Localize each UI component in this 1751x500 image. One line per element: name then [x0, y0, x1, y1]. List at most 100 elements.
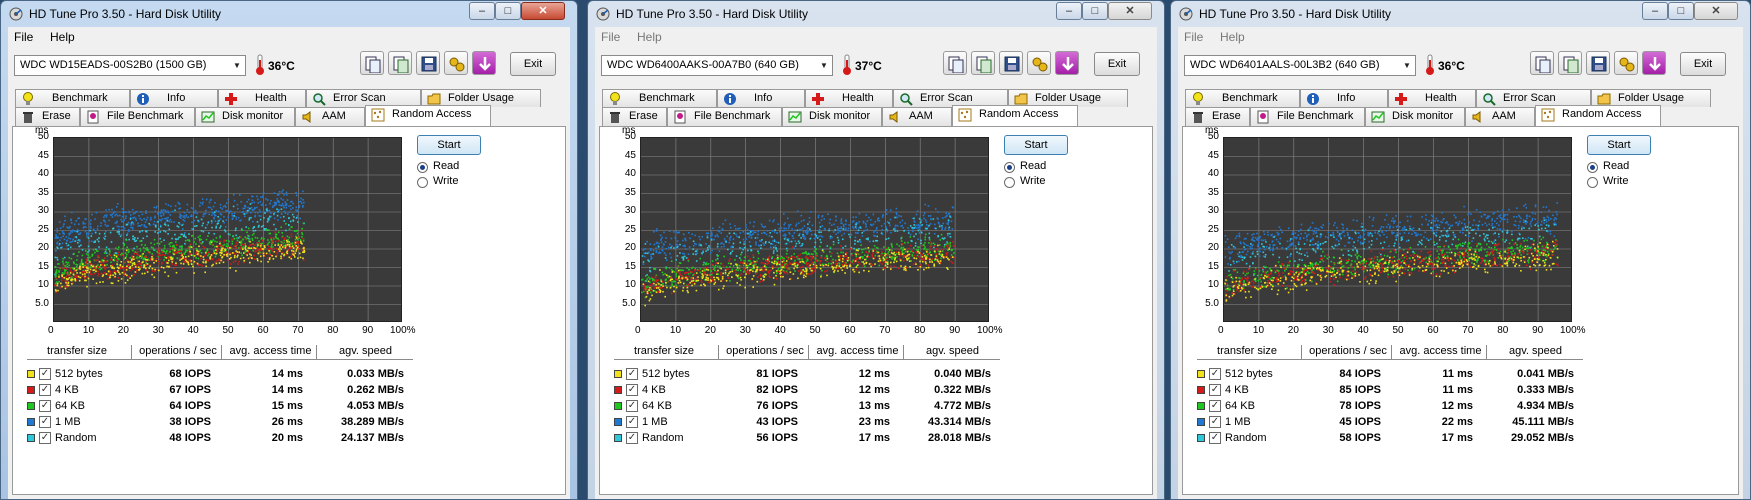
tab-health[interactable]: Health — [218, 89, 306, 107]
series-checkbox[interactable]: ✓ — [39, 432, 51, 444]
maximize-button[interactable]: □ — [1082, 2, 1108, 20]
write-radio[interactable] — [1004, 177, 1015, 188]
copy-info-button[interactable] — [360, 51, 384, 75]
drive-select[interactable]: WDC WD6401AALS-00L3B2 (640 GB) ▼ — [1184, 55, 1416, 76]
tab-disk-monitor[interactable]: Disk monitor — [1365, 107, 1465, 126]
write-radio[interactable] — [417, 177, 428, 188]
tab-random-access[interactable]: Random Access — [1535, 105, 1661, 126]
series-checkbox[interactable]: ✓ — [39, 400, 51, 412]
options-button[interactable] — [1614, 51, 1638, 75]
tab-benchmark[interactable]: Benchmark — [15, 89, 130, 107]
start-button[interactable]: Start — [1587, 135, 1651, 155]
tab-file-benchmark[interactable]: File Benchmark — [667, 107, 782, 126]
start-button[interactable]: Start — [1004, 135, 1068, 155]
exit-button[interactable]: Exit — [1094, 52, 1140, 76]
copy-info-button[interactable] — [1530, 51, 1554, 75]
speed-cell: 0.033 MB/s — [347, 368, 404, 380]
tab-aam[interactable]: AAM — [882, 107, 952, 126]
close-button[interactable]: ✕ — [1108, 2, 1152, 20]
save-button[interactable] — [416, 51, 440, 75]
tab-info[interactable]: Info — [717, 89, 805, 107]
drive-select[interactable]: WDC WD6400AAKS-00A7B0 (640 GB) ▼ — [601, 55, 833, 76]
tab-random-access[interactable]: Random Access — [365, 105, 491, 126]
series-checkbox[interactable]: ✓ — [39, 368, 51, 380]
tab-random-access[interactable]: Random Access — [952, 105, 1078, 126]
exit-button[interactable]: Exit — [510, 52, 556, 76]
copy-info-button[interactable] — [943, 51, 967, 75]
start-button[interactable]: Start — [417, 135, 481, 155]
toolbar: WDC WD15EADS-00S2B0 (1500 GB) ▼ 36°C Exit — [8, 49, 570, 83]
hdtune-window[interactable]: HD Tune Pro 3.50 - Hard Disk Utility – □ ✕ F… — [0, 0, 578, 500]
chevron-down-icon[interactable]: ▼ — [229, 56, 245, 75]
chevron-down-icon[interactable]: ▼ — [816, 56, 832, 75]
hdtune-window[interactable]: HD Tune Pro 3.50 - Hard Disk Utility – □ ✕ F… — [587, 0, 1165, 500]
title-bar[interactable]: HD Tune Pro 3.50 - Hard Disk Utility – □ ✕ — [1171, 1, 1750, 27]
title-bar[interactable]: HD Tune Pro 3.50 - Hard Disk Utility – □ ✕ — [1, 1, 577, 27]
tab-disk-monitor[interactable]: Disk monitor — [195, 107, 295, 126]
hdtune-window[interactable]: HD Tune Pro 3.50 - Hard Disk Utility – □ ✕ F… — [1170, 0, 1751, 500]
menu-file[interactable]: File — [14, 30, 33, 44]
menu-help[interactable]: Help — [1220, 30, 1245, 44]
series-checkbox[interactable]: ✓ — [1209, 416, 1221, 428]
series-checkbox[interactable]: ✓ — [1209, 384, 1221, 396]
speed-cell: 0.040 MB/s — [934, 368, 991, 380]
tab-info[interactable]: Info — [1300, 89, 1388, 107]
minimize-button[interactable]: – — [469, 2, 495, 20]
tab-disk-monitor[interactable]: Disk monitor — [782, 107, 882, 126]
drive-select[interactable]: WDC WD15EADS-00S2B0 (1500 GB) ▼ — [14, 55, 246, 76]
save-button[interactable] — [1586, 51, 1610, 75]
read-radio[interactable] — [417, 162, 428, 173]
maximize-button[interactable]: □ — [1668, 2, 1694, 20]
series-checkbox[interactable]: ✓ — [1209, 432, 1221, 444]
tab-erase[interactable]: Erase — [15, 107, 80, 126]
minimize-button[interactable]: – — [1056, 2, 1082, 20]
exit-button[interactable]: Exit — [1680, 52, 1726, 76]
chevron-down-icon[interactable]: ▼ — [1399, 56, 1415, 75]
tab-benchmark[interactable]: Benchmark — [602, 89, 717, 107]
save-button[interactable] — [999, 51, 1023, 75]
menu-help[interactable]: Help — [637, 30, 662, 44]
series-checkbox[interactable]: ✓ — [1209, 368, 1221, 380]
y-tick-label: 45 — [624, 149, 636, 161]
title-bar[interactable]: HD Tune Pro 3.50 - Hard Disk Utility – □ ✕ — [588, 1, 1164, 27]
copy-screenshot-button[interactable] — [971, 51, 995, 75]
menu-file[interactable]: File — [1184, 30, 1203, 44]
series-checkbox[interactable]: ✓ — [39, 416, 51, 428]
read-radio[interactable] — [1587, 162, 1598, 173]
options-button[interactable] — [444, 51, 468, 75]
close-button[interactable]: ✕ — [1694, 2, 1738, 20]
series-checkbox[interactable]: ✓ — [626, 384, 638, 396]
tab-info[interactable]: Info — [130, 89, 218, 107]
minimize-button[interactable]: – — [1642, 2, 1668, 20]
menu-file[interactable]: File — [601, 30, 620, 44]
close-button[interactable]: ✕ — [521, 2, 565, 20]
tab-file-benchmark[interactable]: File Benchmark — [80, 107, 195, 126]
tab-aam[interactable]: AAM — [295, 107, 365, 126]
menu-help[interactable]: Help — [50, 30, 75, 44]
copy-screenshot-button[interactable] — [388, 51, 412, 75]
operations-cell: 81 IOPS — [756, 368, 798, 380]
series-checkbox[interactable]: ✓ — [626, 400, 638, 412]
download-arrow-button[interactable] — [1642, 51, 1666, 75]
options-button[interactable] — [1027, 51, 1051, 75]
series-checkbox[interactable]: ✓ — [626, 432, 638, 444]
tab-health[interactable]: Health — [805, 89, 893, 107]
tab-aam[interactable]: AAM — [1465, 107, 1535, 126]
tab-benchmark[interactable]: Benchmark — [1185, 89, 1300, 107]
tab-erase[interactable]: Erase — [602, 107, 667, 126]
write-radio[interactable] — [1587, 177, 1598, 188]
download-arrow-button[interactable] — [1055, 51, 1079, 75]
tab-health[interactable]: Health — [1388, 89, 1476, 107]
series-checkbox[interactable]: ✓ — [39, 384, 51, 396]
tab-label: Disk monitor — [222, 110, 284, 122]
maximize-button[interactable]: □ — [495, 2, 521, 20]
series-checkbox[interactable]: ✓ — [626, 368, 638, 380]
tab-file-benchmark[interactable]: File Benchmark — [1250, 107, 1365, 126]
column-divider — [1486, 345, 1487, 359]
read-radio[interactable] — [1004, 162, 1015, 173]
download-arrow-button[interactable] — [472, 51, 496, 75]
series-checkbox[interactable]: ✓ — [1209, 400, 1221, 412]
copy-screenshot-button[interactable] — [1558, 51, 1582, 75]
tab-erase[interactable]: Erase — [1185, 107, 1250, 126]
series-checkbox[interactable]: ✓ — [626, 416, 638, 428]
